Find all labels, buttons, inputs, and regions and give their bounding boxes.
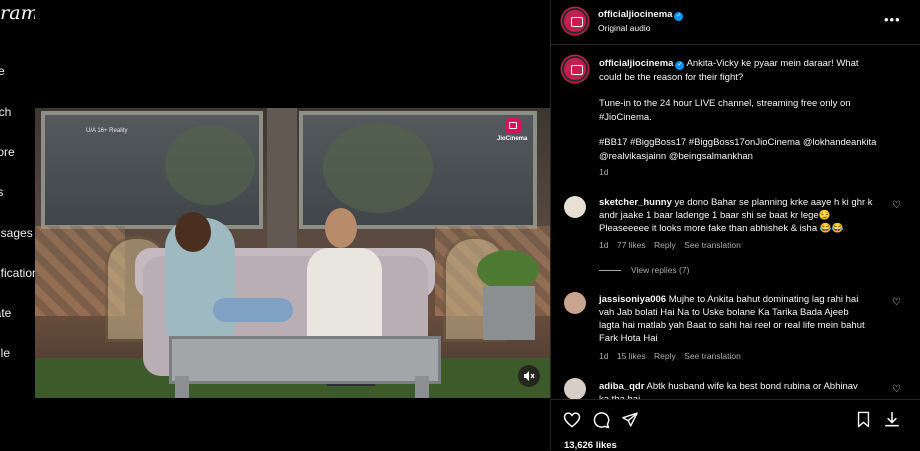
more-options-icon[interactable]: ••• [884, 12, 901, 27]
nav-item-profile[interactable]: ofile [0, 346, 10, 360]
video-window-left [41, 111, 263, 229]
instagram-wordmark[interactable]: gram [0, 2, 35, 24]
comment-first-line: sketcher_hunny ye dono Bahar se planning… [599, 197, 873, 208]
jiocinema-watermark-text: JioCinema [497, 136, 528, 142]
video-person-man-head [325, 208, 357, 248]
caption-text-1: Ankita-Vicky ke pyaar mein daraar! What [686, 58, 859, 69]
caption-hashtags[interactable]: #BB17 #BiggBoss17 #BiggBoss17onJioCinema… [599, 137, 876, 148]
comment-first-line: adiba_qdr Abtk husband wife ka best bond… [599, 381, 858, 392]
comment-like-heart-icon[interactable]: ♡ [892, 297, 901, 308]
video-table [169, 336, 441, 384]
comment-username[interactable]: sketcher_hunny [599, 197, 672, 208]
view-replies-button[interactable]: View replies (7) [631, 265, 689, 275]
nav-item-home[interactable]: me [0, 64, 5, 78]
comment-meta: 1d 15 likes Reply See translation [599, 351, 741, 361]
nav-item-messages[interactable]: essages [0, 226, 33, 240]
share-send-icon[interactable] [621, 411, 639, 428]
download-icon[interactable] [884, 411, 900, 428]
comment-time: 1d [599, 351, 609, 361]
verified-badge-icon: ✓ [675, 61, 685, 70]
like-heart-icon[interactable] [563, 411, 581, 428]
audio-label[interactable]: Original audio [598, 23, 650, 33]
mute-button[interactable] [518, 365, 540, 387]
comment-like-heart-icon[interactable]: ♡ [892, 384, 901, 395]
speaker-muted-icon [524, 371, 535, 381]
commenter-avatar[interactable] [564, 378, 586, 400]
video-pillar [267, 108, 297, 268]
see-translation-link[interactable]: See translation [684, 240, 741, 250]
caption-text-2: could be the reason for their fight? [599, 72, 744, 83]
comment-text-2: andr jaake 1 baar ladenge 1 baar shi se … [599, 210, 831, 221]
caption-first-line: officialjiocinema ✓ Ankita-Vicky ke pyaar… [599, 58, 859, 70]
commenter-avatar[interactable] [564, 292, 586, 314]
header-divider [551, 44, 920, 45]
comment-likes[interactable]: 15 likes [617, 351, 646, 361]
nav-item-notifications[interactable]: otification [0, 266, 35, 280]
comment-reply-button[interactable]: Reply [654, 240, 676, 250]
comment-text-3: Pleaseeeee it looks more fake than abhis… [599, 223, 844, 234]
left-navigation: gram me arch plore els essages otificati… [0, 0, 35, 450]
save-bookmark-icon[interactable] [856, 411, 871, 428]
comment-text-3: lagta hai matlab yah Baat to sahi hai re… [599, 320, 865, 331]
comment-meta: 1d 77 likes Reply See translation [599, 240, 741, 250]
verified-badge-icon: ✓ [674, 12, 684, 21]
comment-text-1: ye dono Bahar se planning krke aaye h ki… [674, 197, 873, 208]
caption-username[interactable]: officialjiocinema [599, 58, 673, 69]
nav-item-search[interactable]: arch [0, 105, 11, 119]
comment-like-heart-icon[interactable]: ♡ [892, 200, 901, 211]
nav-item-reels[interactable]: els [0, 185, 3, 199]
commenter-avatar[interactable] [564, 196, 586, 218]
video-table-leg [175, 376, 189, 398]
comment-username[interactable]: adiba_qdr [599, 381, 644, 392]
author-username[interactable]: officialjiocinema [598, 9, 672, 20]
likes-count[interactable]: 13,626 likes [564, 440, 617, 451]
nav-item-explore[interactable]: plore [0, 145, 15, 159]
view-replies-line [599, 270, 621, 271]
video-flowers [213, 298, 293, 322]
comment-time: 1d [599, 240, 609, 250]
comment-icon[interactable] [592, 411, 610, 429]
video-rating-overlay: U/A 16+ Reality [86, 128, 128, 134]
caption-timestamp: 1d [599, 167, 609, 177]
post-video[interactable]: U/A 16+ Reality JioCinema [35, 108, 550, 398]
author-avatar[interactable] [562, 8, 588, 34]
post-author: officialjiocinema ✓ [598, 9, 684, 21]
comment-text-1: Abtk husband wife ka best bond rubina or… [646, 381, 858, 392]
comment-text-1: Mujhe to Ankita bahut dominating lag rah… [668, 294, 859, 305]
caption-text-3: Tune-in to the 24 hour LIVE channel, str… [599, 98, 851, 109]
jiocinema-watermark-icon [505, 118, 521, 134]
comment-text-4: Fark Hota Hai [599, 333, 658, 344]
video-plant [477, 250, 539, 290]
video-table-leg [415, 376, 429, 398]
caption-text-4: #JioCinema. [599, 112, 652, 123]
comment-text-2: vah Jab bolati Hai Na to Uske bolane Ka … [599, 307, 849, 318]
comment-username[interactable]: jassisoniya006 [599, 294, 666, 305]
actions-divider [551, 399, 920, 400]
comment-likes[interactable]: 77 likes [617, 240, 646, 250]
nav-item-create[interactable]: eate [0, 306, 11, 320]
caption-mentions[interactable]: @realvikasjainn @beingsalmankhan [599, 151, 753, 162]
post-details-panel: officialjiocinema ✓ Original audio ••• of… [550, 0, 920, 451]
caption-author-avatar[interactable] [562, 56, 588, 82]
video-person-woman-hair [175, 212, 211, 252]
comment-first-line: jassisoniya006 Mujhe to Ankita bahut dom… [599, 294, 858, 305]
comment-reply-button[interactable]: Reply [654, 351, 676, 361]
video-plant-pot [483, 286, 535, 340]
see-translation-link[interactable]: See translation [684, 351, 741, 361]
